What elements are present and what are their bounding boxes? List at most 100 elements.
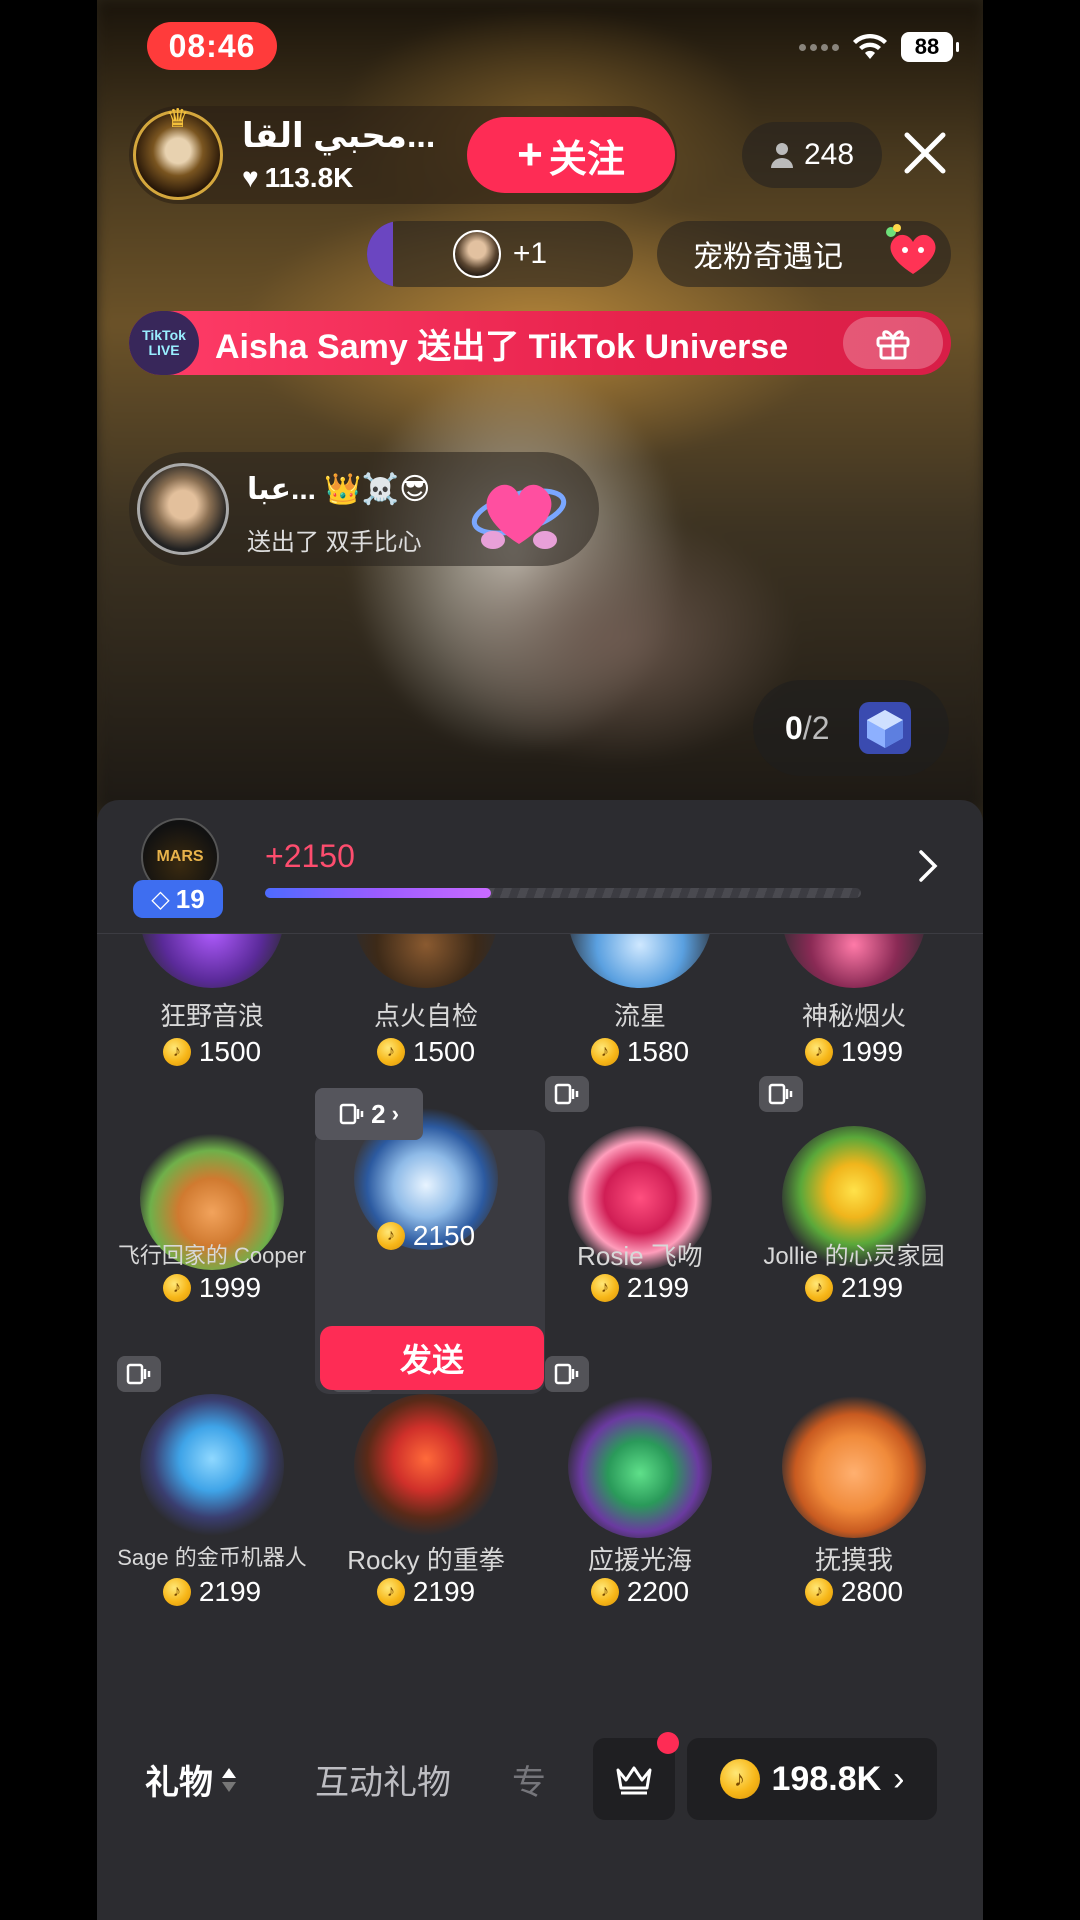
gift-price: ♪ 2199 [107,1576,317,1608]
gift-name: Jollie 的心灵家园 [763,1243,945,1270]
chevron-right-icon: › [391,1101,399,1126]
gift-name: 点火自检 [373,1001,478,1031]
gift-price: ♪ 1999 [107,1272,317,1304]
follow-button[interactable]: + 关注 [467,117,675,193]
live-screen: 08:46 88 ♛ محبي القا... ♥ 113.8K + 关注 24… [97,0,983,1920]
viewer-count[interactable]: 248 [742,122,882,188]
tab-gifts[interactable]: 礼物 [145,1755,237,1804]
video-preview-icon [554,1083,579,1105]
gift-icon [876,330,910,360]
gift-price: ♪ 1580 [535,1036,745,1068]
crown-icon [616,1766,652,1795]
gift-name: Rocky 的重拳 [347,1545,505,1575]
gift-price: ♪ 1500 [321,1036,531,1068]
goal-total: /2 [802,709,830,746]
follow-label: 关注 [548,138,625,181]
heart-hands-gift-icon [471,484,567,549]
sort-icon [222,1767,236,1792]
send-button[interactable]: 发送 [320,1326,544,1390]
gift-price: ♪ 1999 [749,1036,959,1068]
host-likes-count: 113.8K [264,162,354,193]
host-likes: ♥ 113.8K [242,162,353,194]
sender-avatar[interactable] [137,463,229,555]
top-viewers-extra: +1 [512,237,548,270]
gift-price: ♪ 2200 [535,1576,745,1608]
close-icon[interactable] [902,130,948,176]
coin-icon: ♪ [162,1274,191,1302]
video-badge [545,1076,589,1112]
coin-icon: ♪ [162,1578,191,1606]
heart-mascot-icon [886,224,936,274]
coin-icon: ♪ [376,1222,405,1250]
tab-exclusive[interactable]: 专 [512,1755,546,1804]
diamond-icon: ◇ [151,885,170,913]
ignition-gift-image [354,934,498,988]
wifi-icon [853,33,887,59]
top-viewer-avatar [452,230,501,278]
video-preview-icon [768,1083,793,1105]
variant-count: 2 [371,1098,386,1129]
video-preview-icon [554,1363,579,1385]
gift-price: ♪ 1500 [107,1036,317,1068]
coin-icon: ♪ [804,1578,833,1606]
top-viewers-pill[interactable]: +1 [367,221,633,287]
sender-name: عبا... 👑☠️😎 [247,473,431,506]
goal-progress: 0 [785,709,803,746]
level-progress-fill [265,888,492,898]
gift-name: Rosie 飞吻 [577,1241,703,1271]
viewer-count-value: 248 [803,138,855,171]
heart-icon: ♥ [242,162,259,193]
fireworks-gift-image [782,934,926,988]
chevron-right-icon[interactable] [913,848,943,884]
gift-name: 流星 [613,1001,666,1031]
gift-price: ♪ 2199 [749,1272,959,1304]
coin-icon: ♪ [590,1274,619,1302]
banner-gift-button[interactable] [843,317,943,369]
video-badge [117,1356,161,1392]
gift-broadcast-banner[interactable]: TikTok LIVE Aisha Samy 送出了 TikTok Univer… [129,311,951,375]
cellular-icon [799,43,839,51]
status-indicators: 88 [799,32,959,62]
rank-accent-bar [367,221,393,287]
level-number: 19 [175,883,205,914]
coin-icon: ♪ [590,1038,619,1066]
coin-icon: ♪ [162,1038,191,1066]
gift-variant-selector[interactable]: 2 › [315,1088,423,1140]
video-preview-icon [339,1103,364,1125]
cube-icon [859,702,912,754]
coin-icon: ♪ [719,1759,760,1799]
gift-name: 狂野音浪 [159,1001,264,1031]
meteor-gift-image [568,934,712,988]
gift-price: ♪ 2150 [321,1220,531,1252]
xp-gain: +2150 [265,838,355,874]
battery-indicator: 88 [901,32,959,62]
tab-interactive-gifts[interactable]: 互动礼物 [315,1755,451,1804]
level-progress-bar [265,888,861,898]
coin-balance: 198.8K [771,1759,882,1798]
video-badge [759,1076,803,1112]
coin-icon: ♪ [804,1274,833,1302]
coin-icon: ♪ [590,1578,619,1606]
banner-text: Aisha Samy 送出了 TikTok Universe [215,327,789,366]
notification-dot [657,1732,679,1754]
gift-price: ♪ 2199 [321,1576,531,1608]
gift-price: ♪ 2800 [749,1576,959,1608]
gift-notice-action: 送出了 双手比心 [247,529,422,556]
gift-name: Sage 的金币机器人 [117,1545,307,1570]
level-badge[interactable]: ◇ 19 [133,880,223,918]
coin-icon: ♪ [804,1038,833,1066]
coin-icon: ♪ [376,1578,405,1606]
gift-name: 飞行回家的 Cooper [117,1243,307,1268]
event-label: 宠粉奇遇记 [693,241,843,274]
host-avatar[interactable]: ♛ [133,103,223,200]
tiktok-live-logo: TikTok LIVE [129,311,199,375]
coin-icon: ♪ [376,1038,405,1066]
gift-name: 神秘烟火 [801,1001,906,1031]
gift-name: 应援光海 [587,1545,692,1575]
wild-sound-gift-image [140,934,284,988]
person-icon [770,143,793,168]
video-badge [545,1356,589,1392]
coin-balance-button[interactable]: ♪ 198.8K › [687,1738,937,1820]
goal-pill[interactable]: 0/2 [753,680,949,776]
rocky-gift-image [354,1394,498,1538]
